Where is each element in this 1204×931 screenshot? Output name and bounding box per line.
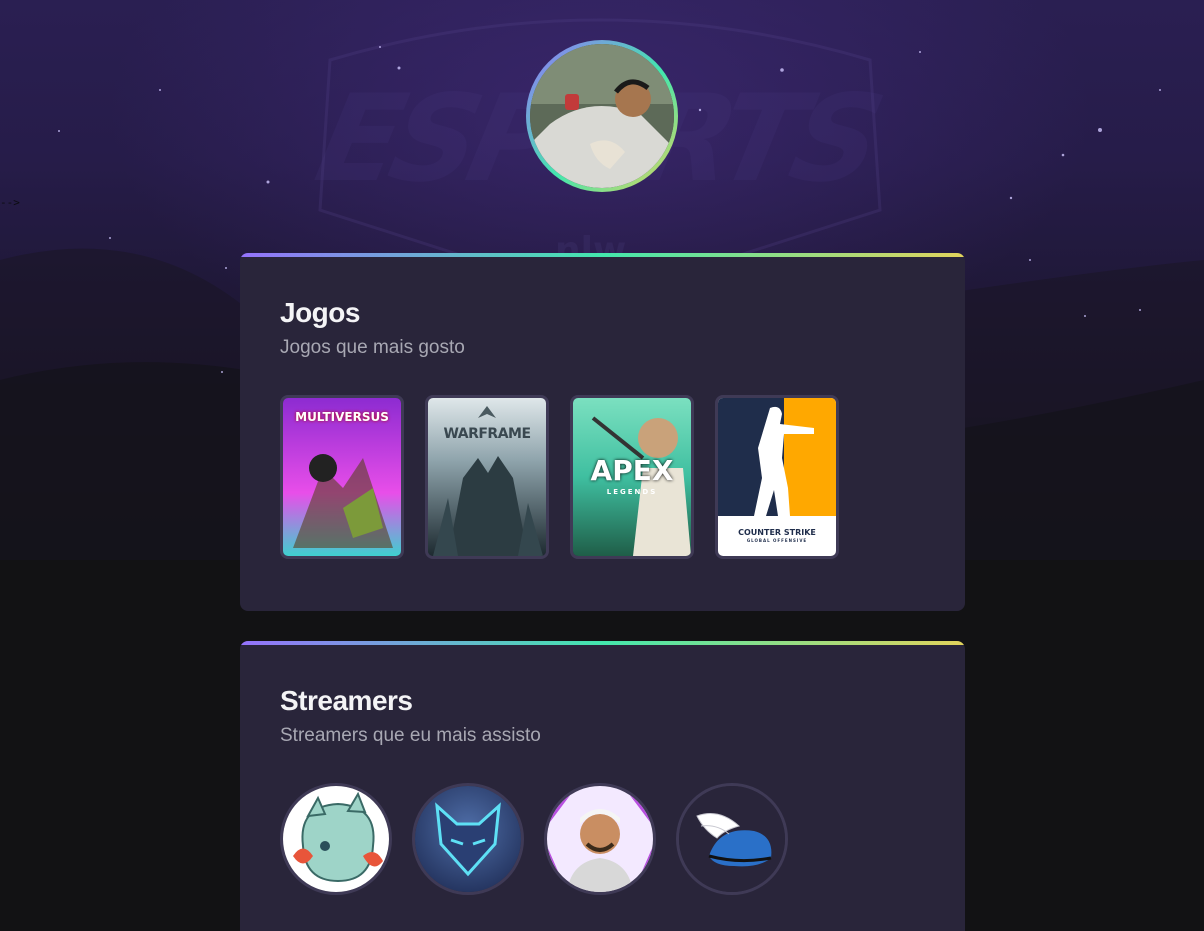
pokemon-avatar-icon <box>283 786 389 892</box>
profile-avatar <box>526 40 678 192</box>
game-logo-csgo-sub: GLOBAL OFFENSIVE <box>746 538 808 543</box>
streamer-avatar-4[interactable] <box>676 783 788 895</box>
streamers-list <box>280 783 925 895</box>
game-logo-multiversus: MULTIVERSUS <box>295 410 389 424</box>
winged-shell-avatar-icon <box>679 786 785 892</box>
game-csgo[interactable]: COUNTER STRIKE GLOBAL OFFENSIVE <box>715 395 839 559</box>
games-list: MULTIVERSUS WARFRAME APEX LEGENDS COUNTE… <box>280 395 925 559</box>
games-card: Jogos Jogos que mais gosto MULTIVERSUS W… <box>240 253 965 611</box>
game-multiversus[interactable]: MULTIVERSUS <box>280 395 404 559</box>
streamers-subtitle: Streamers que eu mais assisto <box>280 725 541 746</box>
game-logo-apex-sub: LEGENDS <box>606 488 658 496</box>
fox-avatar-icon <box>415 786 521 892</box>
game-warframe[interactable]: WARFRAME <box>425 395 549 559</box>
game-apex[interactable]: APEX LEGENDS <box>570 395 694 559</box>
person-avatar-icon <box>547 786 653 892</box>
streamers-title: Streamers <box>280 685 413 716</box>
streamer-avatar-1[interactable] <box>280 783 392 895</box>
game-logo-csgo: COUNTER STRIKE <box>738 528 816 537</box>
game-logo-apex: APEX <box>590 454 674 487</box>
games-title: Jogos <box>280 297 360 328</box>
games-subtitle: Jogos que mais gosto <box>280 337 465 358</box>
streamers-card: Streamers Streamers que eu mais assisto <box>240 641 965 931</box>
stray-comment-text: --> <box>0 196 20 209</box>
profile-photo-icon <box>530 44 674 188</box>
streamer-avatar-3[interactable] <box>544 783 656 895</box>
game-logo-warframe: WARFRAME <box>443 426 531 442</box>
streamer-avatar-2[interactable] <box>412 783 524 895</box>
